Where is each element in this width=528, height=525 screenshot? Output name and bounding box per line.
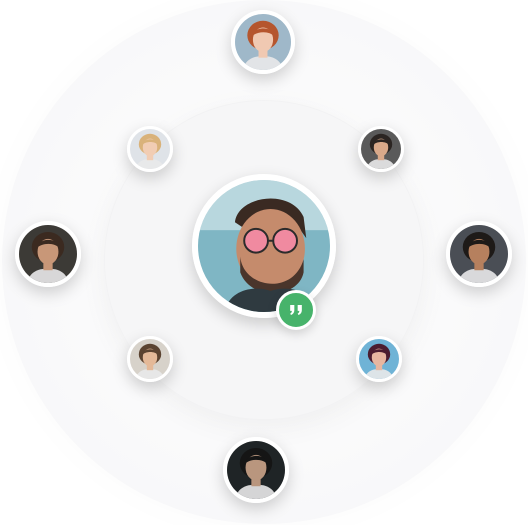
user-photo-woman-darkhair-icon xyxy=(359,339,399,379)
avatar-right xyxy=(446,221,512,287)
quote-badge xyxy=(276,290,316,330)
avatar-top xyxy=(231,10,295,74)
avatar-upper-left xyxy=(127,126,173,172)
center-avatar xyxy=(192,174,336,318)
avatar-lower-left xyxy=(127,336,173,382)
user-photo-man-dark-icon xyxy=(227,441,285,499)
user-photo-man-smiling-icon xyxy=(450,225,508,283)
user-photo-woman-blonde-icon xyxy=(130,129,170,169)
avatar-orbit-graphic xyxy=(0,0,528,525)
quote-icon xyxy=(290,305,302,315)
avatar-upper-right xyxy=(358,126,404,172)
user-photo-woman-redhead-icon xyxy=(235,14,291,70)
avatar-lower-right xyxy=(356,336,402,382)
user-photo-man-sunglasses-icon xyxy=(198,180,330,312)
avatar-left xyxy=(15,221,81,287)
user-photo-man-curly-icon xyxy=(19,225,77,283)
avatar-bottom xyxy=(223,437,289,503)
user-photo-man-glasses-icon xyxy=(361,129,401,169)
user-photo-man-young-icon xyxy=(130,339,170,379)
